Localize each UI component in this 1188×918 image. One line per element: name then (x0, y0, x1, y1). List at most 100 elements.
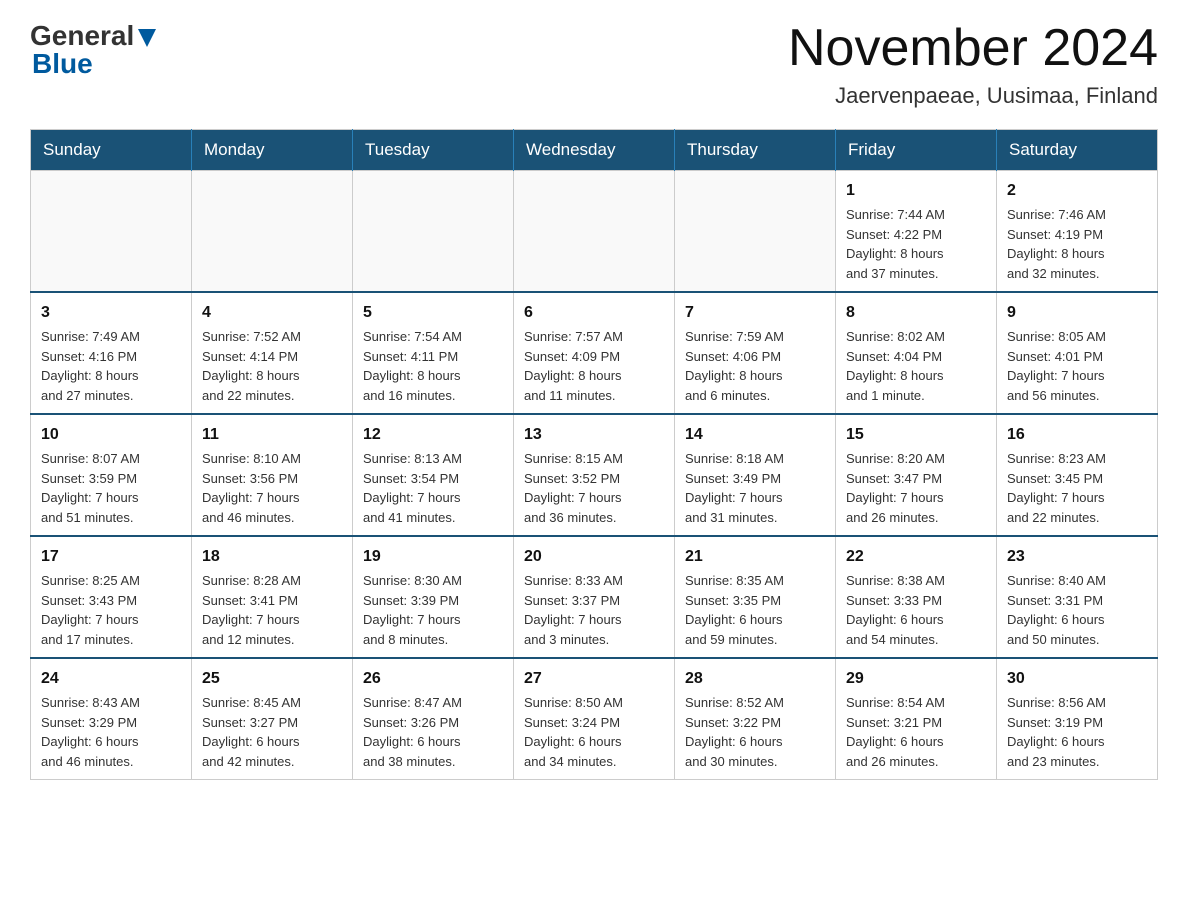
day-info: Sunrise: 8:52 AM Sunset: 3:22 PM Dayligh… (685, 693, 825, 771)
day-info: Sunrise: 8:10 AM Sunset: 3:56 PM Dayligh… (202, 449, 342, 527)
calendar-cell: 23Sunrise: 8:40 AM Sunset: 3:31 PM Dayli… (997, 536, 1158, 658)
calendar-cell: 4Sunrise: 7:52 AM Sunset: 4:14 PM Daylig… (192, 292, 353, 414)
day-info: Sunrise: 7:57 AM Sunset: 4:09 PM Dayligh… (524, 327, 664, 405)
calendar-cell: 3Sunrise: 7:49 AM Sunset: 4:16 PM Daylig… (31, 292, 192, 414)
day-info: Sunrise: 8:35 AM Sunset: 3:35 PM Dayligh… (685, 571, 825, 649)
calendar-cell: 16Sunrise: 8:23 AM Sunset: 3:45 PM Dayli… (997, 414, 1158, 536)
day-info: Sunrise: 8:54 AM Sunset: 3:21 PM Dayligh… (846, 693, 986, 771)
week-row-5: 24Sunrise: 8:43 AM Sunset: 3:29 PM Dayli… (31, 658, 1158, 780)
weekday-header-friday: Friday (836, 130, 997, 171)
day-number: 24 (41, 667, 181, 691)
calendar-cell: 21Sunrise: 8:35 AM Sunset: 3:35 PM Dayli… (675, 536, 836, 658)
day-number: 11 (202, 423, 342, 447)
calendar-cell: 22Sunrise: 8:38 AM Sunset: 3:33 PM Dayli… (836, 536, 997, 658)
day-number: 21 (685, 545, 825, 569)
day-number: 7 (685, 301, 825, 325)
day-number: 20 (524, 545, 664, 569)
calendar-cell: 10Sunrise: 8:07 AM Sunset: 3:59 PM Dayli… (31, 414, 192, 536)
day-number: 27 (524, 667, 664, 691)
calendar-cell: 24Sunrise: 8:43 AM Sunset: 3:29 PM Dayli… (31, 658, 192, 780)
page-header: General Blue November 2024 Jaervenpaeae,… (30, 20, 1158, 109)
day-info: Sunrise: 8:02 AM Sunset: 4:04 PM Dayligh… (846, 327, 986, 405)
day-info: Sunrise: 8:15 AM Sunset: 3:52 PM Dayligh… (524, 449, 664, 527)
day-info: Sunrise: 8:45 AM Sunset: 3:27 PM Dayligh… (202, 693, 342, 771)
calendar-cell: 5Sunrise: 7:54 AM Sunset: 4:11 PM Daylig… (353, 292, 514, 414)
day-number: 9 (1007, 301, 1147, 325)
day-info: Sunrise: 8:18 AM Sunset: 3:49 PM Dayligh… (685, 449, 825, 527)
calendar-cell: 1Sunrise: 7:44 AM Sunset: 4:22 PM Daylig… (836, 171, 997, 293)
day-number: 2 (1007, 179, 1147, 203)
day-info: Sunrise: 8:13 AM Sunset: 3:54 PM Dayligh… (363, 449, 503, 527)
calendar-cell: 17Sunrise: 8:25 AM Sunset: 3:43 PM Dayli… (31, 536, 192, 658)
logo: General Blue (30, 20, 158, 80)
calendar-cell: 6Sunrise: 7:57 AM Sunset: 4:09 PM Daylig… (514, 292, 675, 414)
day-info: Sunrise: 8:50 AM Sunset: 3:24 PM Dayligh… (524, 693, 664, 771)
calendar-cell: 9Sunrise: 8:05 AM Sunset: 4:01 PM Daylig… (997, 292, 1158, 414)
day-info: Sunrise: 8:43 AM Sunset: 3:29 PM Dayligh… (41, 693, 181, 771)
calendar-cell (192, 171, 353, 293)
day-number: 6 (524, 301, 664, 325)
week-row-2: 3Sunrise: 7:49 AM Sunset: 4:16 PM Daylig… (31, 292, 1158, 414)
weekday-header-sunday: Sunday (31, 130, 192, 171)
calendar-cell: 25Sunrise: 8:45 AM Sunset: 3:27 PM Dayli… (192, 658, 353, 780)
day-info: Sunrise: 7:44 AM Sunset: 4:22 PM Dayligh… (846, 205, 986, 283)
calendar-cell (675, 171, 836, 293)
calendar-cell: 15Sunrise: 8:20 AM Sunset: 3:47 PM Dayli… (836, 414, 997, 536)
day-number: 25 (202, 667, 342, 691)
day-number: 4 (202, 301, 342, 325)
day-number: 19 (363, 545, 503, 569)
day-number: 3 (41, 301, 181, 325)
calendar-table: SundayMondayTuesdayWednesdayThursdayFrid… (30, 129, 1158, 780)
day-info: Sunrise: 8:23 AM Sunset: 3:45 PM Dayligh… (1007, 449, 1147, 527)
weekday-header-tuesday: Tuesday (353, 130, 514, 171)
day-info: Sunrise: 8:33 AM Sunset: 3:37 PM Dayligh… (524, 571, 664, 649)
day-info: Sunrise: 8:20 AM Sunset: 3:47 PM Dayligh… (846, 449, 986, 527)
day-info: Sunrise: 8:28 AM Sunset: 3:41 PM Dayligh… (202, 571, 342, 649)
day-number: 16 (1007, 423, 1147, 447)
week-row-3: 10Sunrise: 8:07 AM Sunset: 3:59 PM Dayli… (31, 414, 1158, 536)
week-row-4: 17Sunrise: 8:25 AM Sunset: 3:43 PM Dayli… (31, 536, 1158, 658)
day-number: 29 (846, 667, 986, 691)
day-info: Sunrise: 8:38 AM Sunset: 3:33 PM Dayligh… (846, 571, 986, 649)
day-info: Sunrise: 8:25 AM Sunset: 3:43 PM Dayligh… (41, 571, 181, 649)
day-number: 15 (846, 423, 986, 447)
calendar-cell: 18Sunrise: 8:28 AM Sunset: 3:41 PM Dayli… (192, 536, 353, 658)
day-info: Sunrise: 8:56 AM Sunset: 3:19 PM Dayligh… (1007, 693, 1147, 771)
calendar-cell: 19Sunrise: 8:30 AM Sunset: 3:39 PM Dayli… (353, 536, 514, 658)
logo-blue: Blue (32, 48, 93, 80)
calendar-cell: 14Sunrise: 8:18 AM Sunset: 3:49 PM Dayli… (675, 414, 836, 536)
title-area: November 2024 Jaervenpaeae, Uusimaa, Fin… (788, 20, 1158, 109)
day-number: 26 (363, 667, 503, 691)
week-row-1: 1Sunrise: 7:44 AM Sunset: 4:22 PM Daylig… (31, 171, 1158, 293)
day-number: 10 (41, 423, 181, 447)
day-info: Sunrise: 8:40 AM Sunset: 3:31 PM Dayligh… (1007, 571, 1147, 649)
day-number: 1 (846, 179, 986, 203)
calendar-cell: 8Sunrise: 8:02 AM Sunset: 4:04 PM Daylig… (836, 292, 997, 414)
day-info: Sunrise: 8:30 AM Sunset: 3:39 PM Dayligh… (363, 571, 503, 649)
calendar-cell: 12Sunrise: 8:13 AM Sunset: 3:54 PM Dayli… (353, 414, 514, 536)
day-number: 5 (363, 301, 503, 325)
day-number: 14 (685, 423, 825, 447)
location-title: Jaervenpaeae, Uusimaa, Finland (788, 83, 1158, 109)
day-info: Sunrise: 8:07 AM Sunset: 3:59 PM Dayligh… (41, 449, 181, 527)
day-number: 8 (846, 301, 986, 325)
day-number: 18 (202, 545, 342, 569)
day-info: Sunrise: 7:54 AM Sunset: 4:11 PM Dayligh… (363, 327, 503, 405)
calendar-cell: 28Sunrise: 8:52 AM Sunset: 3:22 PM Dayli… (675, 658, 836, 780)
day-number: 22 (846, 545, 986, 569)
day-number: 12 (363, 423, 503, 447)
day-info: Sunrise: 8:05 AM Sunset: 4:01 PM Dayligh… (1007, 327, 1147, 405)
calendar-cell: 20Sunrise: 8:33 AM Sunset: 3:37 PM Dayli… (514, 536, 675, 658)
weekday-header-saturday: Saturday (997, 130, 1158, 171)
day-number: 23 (1007, 545, 1147, 569)
weekday-header-row: SundayMondayTuesdayWednesdayThursdayFrid… (31, 130, 1158, 171)
day-number: 30 (1007, 667, 1147, 691)
calendar-cell: 13Sunrise: 8:15 AM Sunset: 3:52 PM Dayli… (514, 414, 675, 536)
calendar-cell: 27Sunrise: 8:50 AM Sunset: 3:24 PM Dayli… (514, 658, 675, 780)
calendar-cell: 26Sunrise: 8:47 AM Sunset: 3:26 PM Dayli… (353, 658, 514, 780)
logo-arrow-icon (136, 27, 158, 49)
month-title: November 2024 (788, 20, 1158, 77)
calendar-cell: 2Sunrise: 7:46 AM Sunset: 4:19 PM Daylig… (997, 171, 1158, 293)
weekday-header-monday: Monday (192, 130, 353, 171)
calendar-cell: 30Sunrise: 8:56 AM Sunset: 3:19 PM Dayli… (997, 658, 1158, 780)
